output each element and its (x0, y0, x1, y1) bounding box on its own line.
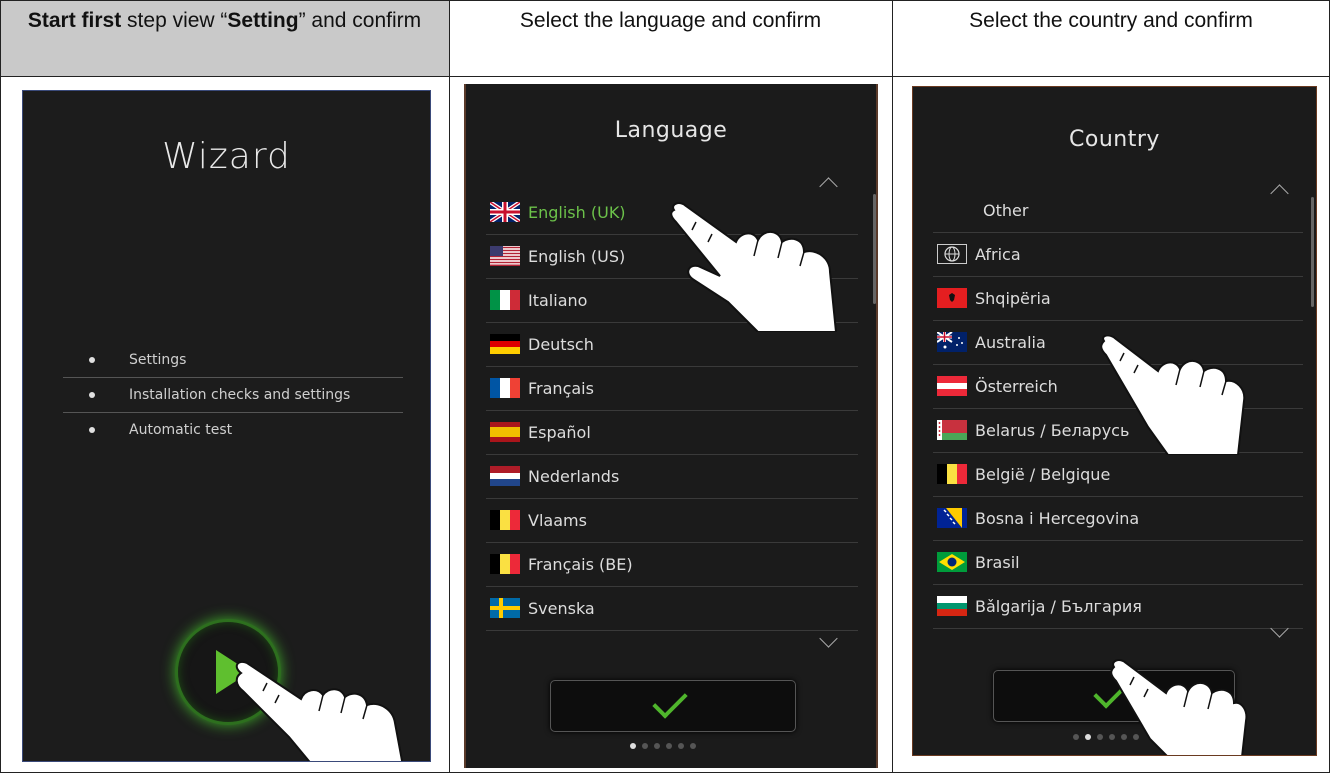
list-item-label: Italiano (528, 291, 588, 310)
list-item-label: English (UK) (528, 203, 626, 222)
globe-icon (937, 244, 967, 264)
bullet-icon (89, 357, 95, 363)
checkmark-icon (652, 683, 688, 719)
flag-australia-icon (937, 332, 967, 352)
header-bold-start: Start first (27, 9, 122, 32)
header-bold-setting: Setting (227, 9, 299, 32)
country-title: Country (1069, 127, 1160, 152)
pointing-hand-icon (235, 661, 404, 761)
flag-uk-icon (490, 202, 520, 222)
header-text: step view “ (121, 9, 228, 32)
header-cell-step2: Select the language and confirm (519, 9, 822, 32)
pointing-hand-icon (1110, 659, 1248, 755)
flag-spain-icon (490, 422, 520, 442)
wizard-step-label: Installation checks and settings (129, 387, 351, 403)
list-item[interactable]: Español (486, 411, 858, 455)
language-title: Language (614, 118, 728, 143)
list-item[interactable]: Svenska (486, 587, 858, 631)
list-item[interactable]: Vlaams (486, 499, 858, 543)
list-item-label: Français (528, 379, 594, 398)
flag-belarus-icon (937, 420, 967, 440)
scrollbar[interactable] (1311, 197, 1314, 307)
list-item[interactable]: Français (486, 367, 858, 411)
list-item-label: Shqipëria (975, 289, 1051, 308)
list-item-label: België / Belgique (975, 465, 1111, 484)
table-border-top (0, 0, 1330, 1)
flag-belgium-icon (490, 554, 520, 574)
page-dot (690, 743, 696, 749)
list-item[interactable]: België / Belgique (933, 453, 1303, 497)
bullet-icon (89, 392, 95, 398)
flag-bulgaria-icon (937, 596, 967, 616)
table-border-left (0, 0, 1, 773)
wizard-screen: Wizard Settings Installation checks and … (22, 90, 431, 762)
list-item[interactable]: Bǎlgarija / България (933, 585, 1303, 629)
page-dot (666, 743, 672, 749)
list-item-label: Español (528, 423, 591, 442)
list-item[interactable]: Other (933, 189, 1303, 233)
page-dot (642, 743, 648, 749)
list-item[interactable]: Africa (933, 233, 1303, 277)
confirm-button[interactable] (550, 680, 796, 732)
language-screen: Language English (UK) English (US) Itali… (464, 84, 878, 768)
flag-bosnia-icon (937, 508, 967, 528)
list-item-label: Français (BE) (528, 555, 633, 574)
list-item-label: Australia (975, 333, 1046, 352)
list-item-label: Africa (975, 245, 1021, 264)
list-item[interactable]: Français (BE) (486, 543, 858, 587)
header-cell-step3: Select the country and confirm (969, 9, 1253, 32)
list-item-label: Deutsch (528, 335, 594, 354)
flag-italy-icon (490, 290, 520, 310)
header-text-end: ” and confirm (298, 9, 422, 32)
wizard-title: Wizard (162, 136, 291, 177)
wizard-step-label: Automatic test (129, 422, 233, 438)
page-dot (1097, 734, 1103, 740)
flag-austria-icon (937, 376, 967, 396)
flag-sweden-icon (490, 598, 520, 618)
chevron-down-icon[interactable] (819, 629, 838, 648)
header-cell-step1: Start first step view “Setting” and conf… (0, 0, 449, 76)
country-screen: Country Other Africa Shqipëria Australia… (912, 86, 1317, 756)
wizard-step-item: Installation checks and settings (63, 378, 403, 413)
list-item-label: Svenska (528, 599, 595, 618)
bullet-icon (89, 427, 95, 433)
list-item[interactable]: Nederlands (486, 455, 858, 499)
flag-us-icon (490, 246, 520, 266)
page-dot (678, 743, 684, 749)
table-border-mid (0, 76, 1330, 77)
pointing-hand-icon (1100, 335, 1246, 455)
wizard-step-item: Automatic test (63, 413, 403, 447)
list-item-label: Nederlands (528, 467, 620, 486)
wizard-step-item: Settings (63, 343, 403, 378)
page-indicator (630, 743, 696, 749)
table-divider-1 (449, 0, 450, 773)
page-dot (630, 743, 636, 749)
list-item-label: Bosna i Hercegovina (975, 509, 1140, 528)
scrollbar[interactable] (873, 194, 876, 304)
list-item-label: Vlaams (528, 511, 587, 530)
flag-france-icon (490, 378, 520, 398)
flag-germany-icon (490, 334, 520, 354)
list-item-label: Brasil (975, 553, 1020, 572)
flag-belgium-icon (937, 464, 967, 484)
list-item-label: Österreich (975, 377, 1058, 396)
list-item-label: Bǎlgarija / България (975, 597, 1142, 616)
flag-brazil-icon (937, 552, 967, 572)
list-item[interactable]: Bosna i Hercegovina (933, 497, 1303, 541)
wizard-step-label: Settings (129, 352, 187, 368)
page-dot (1073, 734, 1079, 740)
page-dot (654, 743, 660, 749)
table-divider-2 (892, 0, 893, 773)
list-item[interactable]: Brasil (933, 541, 1303, 585)
list-item[interactable]: Shqipëria (933, 277, 1303, 321)
flag-netherlands-icon (490, 466, 520, 486)
wizard-step-list: Settings Installation checks and setting… (63, 343, 403, 447)
flag-belgium-icon (490, 510, 520, 530)
page-dot (1085, 734, 1091, 740)
list-item-label: Other (983, 201, 1029, 220)
list-item-label: English (US) (528, 247, 626, 266)
flag-albania-icon (937, 288, 967, 308)
pointing-hand-icon (670, 202, 838, 332)
